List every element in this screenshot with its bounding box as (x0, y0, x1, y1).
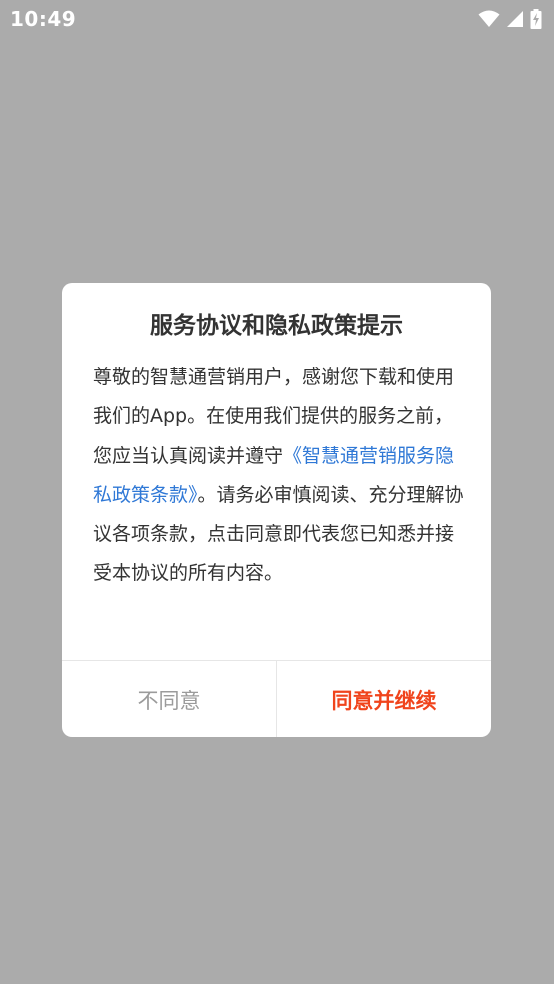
status-time: 10:49 (10, 7, 77, 31)
agree-continue-button[interactable]: 同意并继续 (277, 661, 491, 737)
dialog-footer: 不同意 同意并继续 (62, 660, 491, 737)
dialog-body: 尊敬的智慧通营销用户，感谢您下载和使用我们的App。在使用我们提供的服务之前，您… (93, 358, 465, 594)
privacy-dialog: 服务协议和隐私政策提示 尊敬的智慧通营销用户，感谢您下载和使用我们的App。在使… (62, 283, 491, 737)
wifi-icon (478, 10, 500, 28)
signal-icon (506, 10, 524, 28)
status-bar: 10:49 (0, 0, 554, 38)
status-icons (478, 9, 542, 29)
battery-charging-icon (530, 9, 542, 29)
disagree-button[interactable]: 不同意 (62, 661, 277, 737)
dialog-title: 服务协议和隐私政策提示 (150, 313, 403, 339)
